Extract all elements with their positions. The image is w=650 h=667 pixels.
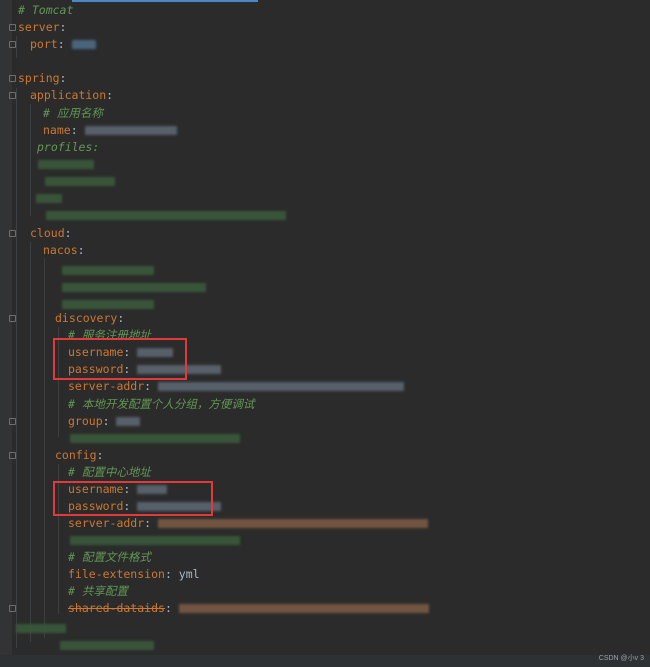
redacted-line	[46, 211, 286, 220]
code-line[interactable]	[46, 207, 286, 224]
config-credentials-highlight	[53, 481, 213, 516]
code-line[interactable]: shared-dataids:	[68, 600, 429, 617]
name-key: name	[43, 123, 71, 137]
app-name-comment: # 应用名称	[43, 106, 103, 120]
fold-toggle-icon[interactable]	[9, 315, 16, 322]
redacted-value	[71, 40, 96, 49]
code-line[interactable]	[70, 532, 240, 549]
code-line[interactable]: discovery:	[55, 310, 124, 327]
editor-gutter[interactable]	[0, 0, 12, 667]
code-line[interactable]: # 配置文件格式	[68, 549, 151, 566]
file-ext-comment: # 配置文件格式	[68, 550, 151, 564]
config-comment: # 配置中心地址	[68, 465, 151, 479]
redacted-value	[116, 417, 141, 426]
group-comment: # 本地开发配置个人分组，方便调试	[68, 397, 255, 411]
code-line[interactable]: # Tomcat	[18, 2, 73, 19]
code-line[interactable]: spring:	[18, 70, 66, 87]
redacted-value	[84, 126, 177, 135]
code-line[interactable]: # 本地开发配置个人分组，方便调试	[68, 396, 254, 413]
code-line[interactable]: file-extension: yml	[68, 566, 200, 583]
code-line[interactable]: server-addr:	[68, 378, 405, 395]
shared-comment: # 共享配置	[68, 584, 128, 598]
code-line[interactable]	[62, 262, 154, 279]
port-key: port	[30, 37, 58, 51]
code-line[interactable]: server:	[18, 19, 66, 36]
tomcat-comment: # Tomcat	[18, 3, 74, 17]
nacos-key: nacos	[43, 243, 78, 257]
fold-toggle-icon[interactable]	[9, 230, 16, 237]
code-line[interactable]: group:	[68, 413, 141, 430]
application-key: application	[30, 88, 107, 102]
discovery-server-addr-key: server-addr	[68, 379, 145, 393]
watermark: CSDN @小v 3	[598, 655, 644, 662]
redacted-line	[36, 194, 62, 203]
file-extension-key: file-extension	[68, 567, 165, 581]
cloud-key: cloud	[30, 226, 65, 240]
code-line[interactable]: # 配置中心地址	[68, 464, 151, 481]
code-line[interactable]: profiles:	[37, 139, 99, 156]
config-key: config	[55, 448, 97, 462]
fold-end-icon[interactable]	[9, 41, 16, 48]
redacted-line	[62, 266, 154, 275]
fold-toggle-icon[interactable]	[9, 452, 16, 459]
status-bar	[0, 655, 650, 667]
code-line[interactable]	[16, 620, 66, 637]
fold-toggle-icon[interactable]	[9, 24, 16, 31]
code-line[interactable]	[62, 279, 206, 296]
code-line[interactable]: config:	[55, 447, 103, 464]
spring-key: spring	[18, 71, 60, 85]
active-tab-indicator	[72, 0, 258, 2]
code-line[interactable]	[38, 156, 94, 173]
redacted-line	[62, 283, 206, 292]
redacted-line	[45, 177, 115, 186]
code-line[interactable]	[36, 190, 62, 207]
redacted-value	[158, 382, 405, 391]
group-key: group	[68, 414, 103, 428]
indent-guide	[16, 88, 17, 648]
code-line[interactable]: nacos:	[43, 242, 85, 259]
file-extension-value: yml	[178, 567, 200, 581]
redacted-line	[60, 641, 154, 650]
config-server-addr-key: server-addr	[68, 516, 145, 530]
discovery-credentials-highlight	[53, 338, 187, 380]
code-line[interactable]	[60, 637, 154, 654]
fold-end-icon[interactable]	[9, 418, 16, 425]
code-line[interactable]: cloud:	[30, 225, 72, 242]
profiles-key: profiles:	[37, 140, 100, 154]
fold-toggle-icon[interactable]	[9, 92, 16, 99]
redacted-line	[70, 434, 240, 443]
shared-dataids-key: shared-dataids	[68, 601, 165, 615]
indent-guide	[30, 242, 31, 642]
discovery-key: discovery	[55, 311, 118, 325]
redacted-value	[178, 604, 429, 613]
fold-toggle-icon[interactable]	[9, 75, 16, 82]
indent-guide	[16, 36, 17, 58]
code-line[interactable]: port:	[30, 36, 96, 53]
code-line[interactable]: application:	[30, 87, 113, 104]
code-line[interactable]: # 共享配置	[68, 583, 128, 600]
redacted-line	[62, 300, 154, 309]
code-line[interactable]: name:	[43, 122, 177, 139]
indent-guide	[30, 104, 31, 216]
redacted-line	[70, 536, 240, 545]
code-line[interactable]: # 应用名称	[43, 105, 103, 122]
code-line[interactable]: server-addr:	[68, 515, 429, 532]
fold-end-icon[interactable]	[9, 605, 16, 612]
code-line[interactable]	[45, 173, 115, 190]
indent-guide	[44, 258, 45, 638]
redacted-line	[38, 160, 94, 169]
code-editor[interactable]: # Tomcat server: port: spring: applicati…	[0, 0, 650, 667]
server-key: server	[18, 20, 60, 34]
redacted-value	[158, 519, 429, 528]
code-line[interactable]	[70, 430, 240, 447]
redacted-line	[16, 624, 66, 633]
